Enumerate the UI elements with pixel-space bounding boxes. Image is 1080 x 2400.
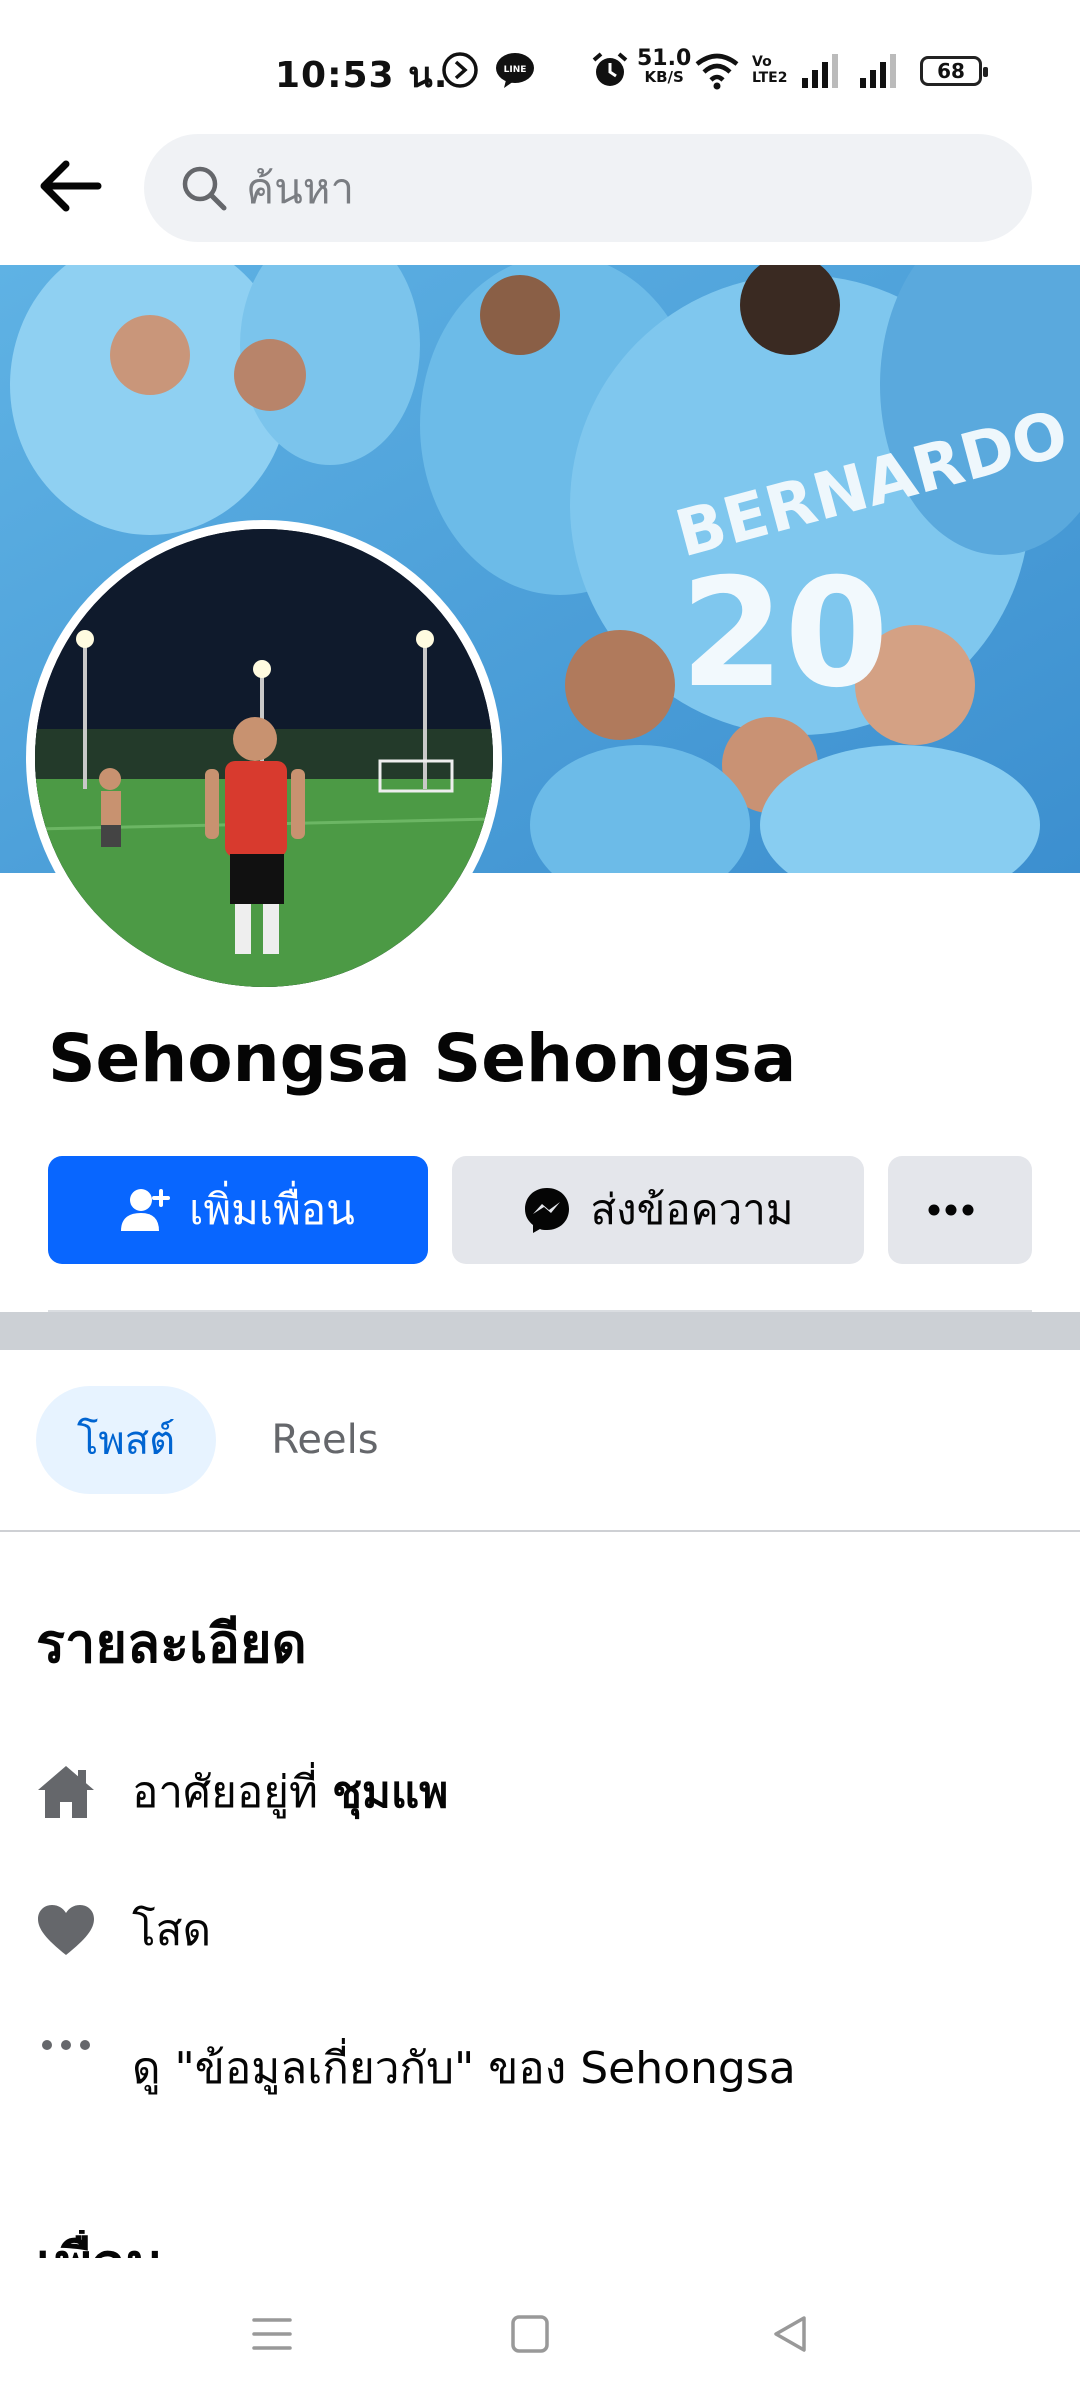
detail-relationship: โสด — [36, 1890, 1036, 1970]
cover-jersey-number: 20 — [680, 547, 889, 721]
home-button[interactable] — [500, 2304, 560, 2364]
network-speed: 51.0 KB/S — [637, 46, 692, 87]
message-label: ส่งข้อความ — [590, 1185, 794, 1234]
detail-about-link[interactable]: ดู "ข้อมูลเกี่ยวกับ" ของ Sehongsa — [36, 2028, 1036, 2108]
tab-posts[interactable]: โพสต์ — [36, 1386, 216, 1494]
avatar-image — [35, 529, 493, 987]
search-icon — [182, 166, 227, 211]
messenger-icon — [525, 1188, 570, 1233]
home-icon — [36, 1762, 96, 1822]
message-button[interactable]: ส่งข้อความ — [452, 1156, 864, 1264]
lives-in-prefix: อาศัยอยู่ที่ — [132, 1767, 319, 1818]
triangle-back-icon — [774, 2316, 806, 2352]
volte-indicator: Vo LTE2 — [752, 54, 788, 86]
profile-name: Sehongsa Sehongsa — [48, 1020, 797, 1097]
menu-icon — [252, 2318, 292, 2350]
detail-lives-in: อาศัยอยู่ที่ ชุมแพ — [36, 1752, 1036, 1832]
search-input[interactable] — [246, 163, 1006, 213]
signal-strength-2-icon — [860, 54, 896, 88]
heart-icon — [36, 1900, 96, 1960]
back-button[interactable] — [34, 150, 106, 222]
signal-strength-icon — [802, 54, 838, 88]
add-friend-label: เพิ่มเพื่อน — [189, 1185, 355, 1234]
add-friend-icon — [121, 1189, 171, 1231]
square-icon — [511, 2315, 549, 2353]
details-heading: รายละเอียด — [36, 1612, 307, 1675]
more-options-button[interactable] — [888, 1156, 1032, 1264]
media-playback-icon — [442, 52, 478, 88]
tab-reels[interactable]: Reels — [250, 1386, 400, 1494]
back-nav-button[interactable] — [760, 2304, 820, 2364]
add-friend-button[interactable]: เพิ่มเพื่อน — [48, 1156, 428, 1264]
status-time: 10:53 น. — [275, 55, 449, 96]
line-app-icon: LINE — [496, 53, 534, 88]
status-bar: 10:53 น. LINE 51.0 KB/S Vo LTE2 68 — [0, 0, 1080, 130]
system-navigation-bar — [0, 2258, 1080, 2400]
search-bar[interactable] — [144, 134, 1032, 242]
svg-text:LINE: LINE — [504, 65, 527, 75]
more-dots-icon — [928, 1204, 974, 1216]
friends-heading: เพื่อน — [36, 2230, 164, 2258]
arrow-left-icon — [40, 160, 102, 212]
more-dots-icon — [36, 2038, 96, 2098]
recent-apps-button[interactable] — [242, 2304, 302, 2364]
tabs-divider — [0, 1530, 1080, 1532]
about-link-text[interactable]: ดู "ข้อมูลเกี่ยวกับ" ของ Sehongsa — [132, 2033, 796, 2103]
battery-indicator: 68 — [920, 56, 988, 86]
section-separator — [0, 1312, 1080, 1350]
profile-avatar[interactable] — [26, 520, 502, 996]
wifi-icon — [695, 53, 739, 90]
lives-in-place[interactable]: ชุมแพ — [332, 1767, 448, 1818]
relationship-status: โสด — [132, 1905, 212, 1956]
alarm-icon — [592, 52, 628, 86]
